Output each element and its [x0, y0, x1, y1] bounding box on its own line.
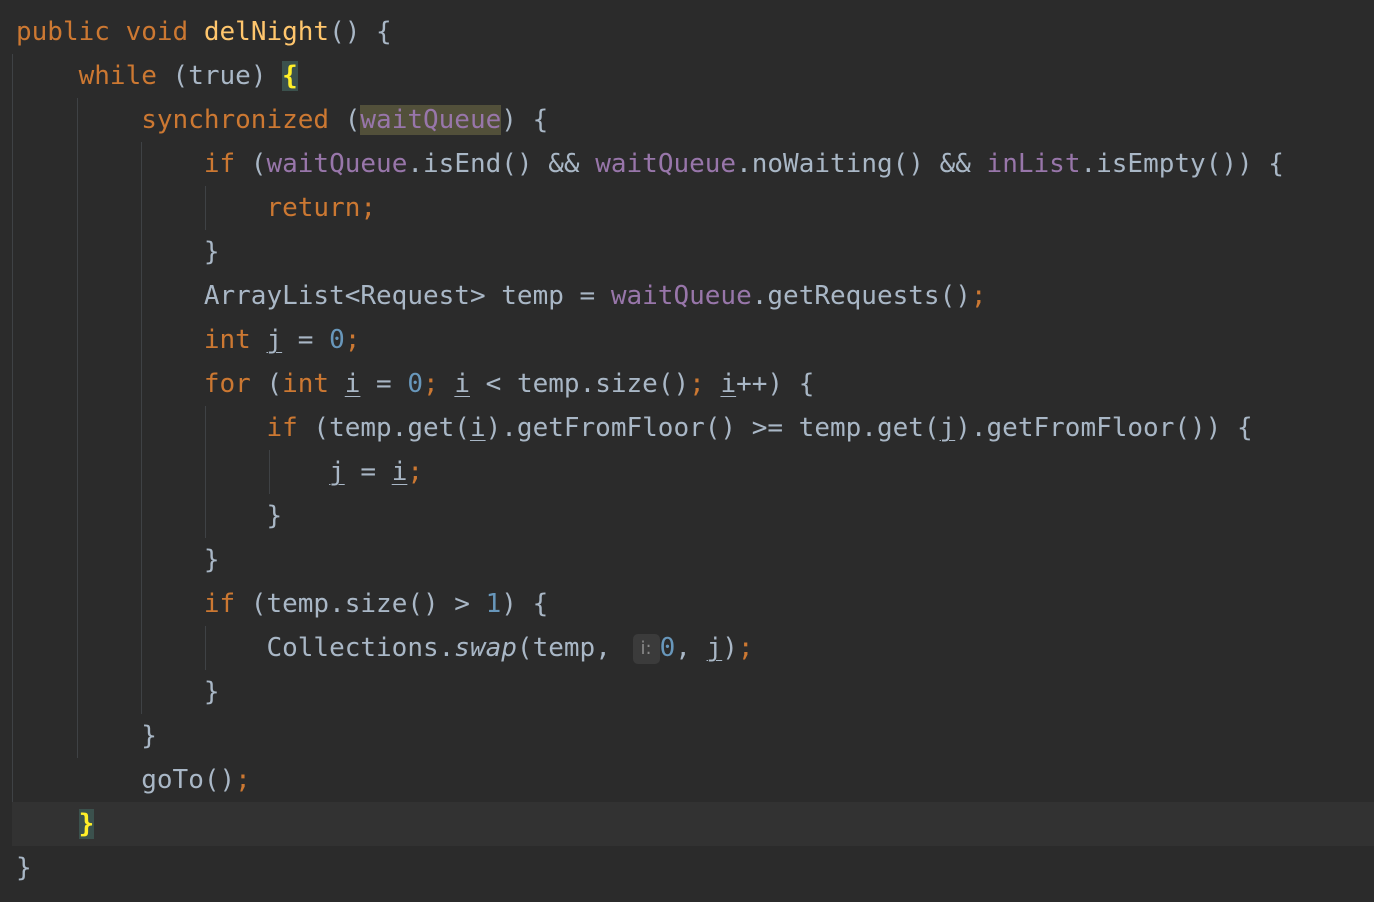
number-literal: 0 — [659, 633, 676, 663]
code-line[interactable]: return; — [16, 186, 376, 230]
code-text: (true) — [156, 61, 283, 91]
code-line[interactable]: } — [16, 494, 282, 538]
keyword: if — [266, 413, 298, 443]
keyword: return; — [266, 193, 377, 223]
code-line[interactable]: ArrayList<Request> temp = waitQueue.getR… — [16, 274, 987, 318]
code-text: } — [203, 237, 220, 267]
code-text: } — [266, 501, 283, 531]
code-text: = — [282, 325, 330, 355]
reassigned-variable: j — [266, 325, 283, 355]
code-text: ) — [722, 633, 738, 663]
code-text: (temp, — [516, 633, 611, 663]
reassigned-variable: j — [706, 633, 723, 663]
code-line[interactable]: Collections.swap(temp, i: 0, j); — [16, 626, 754, 670]
method-name: delNight — [203, 17, 330, 47]
code-text: ++) { — [736, 369, 815, 399]
code-line[interactable]: while (true) { — [16, 54, 298, 98]
semicolon: ; — [737, 633, 754, 663]
code-text: Collections. — [266, 633, 455, 663]
keyword: for — [203, 369, 251, 399]
semicolon: ; — [344, 325, 361, 355]
code-text: .noWaiting() && — [736, 149, 987, 179]
code-text: } — [203, 545, 220, 575]
code-text: } — [141, 721, 157, 751]
keyword: int — [282, 369, 330, 399]
number-literal: 1 — [485, 589, 502, 619]
matched-brace: { — [282, 61, 298, 91]
code-text: ).getFromFloor() >= temp.get( — [485, 413, 940, 443]
reassigned-variable: i — [391, 457, 408, 487]
code-text: goTo() — [141, 765, 236, 795]
keyword: synchronized — [141, 105, 330, 135]
semicolon: ; — [970, 281, 987, 311]
keyword: int — [203, 325, 251, 355]
semicolon: ; — [407, 457, 424, 487]
code-text: } — [203, 677, 220, 707]
reassigned-variable: i — [454, 369, 470, 399]
reassigned-variable: i — [344, 369, 361, 399]
code-text: ( — [235, 149, 267, 179]
reassigned-variable: i — [720, 369, 737, 399]
code-text: = — [344, 457, 392, 487]
code-text: } — [16, 853, 32, 883]
code-line[interactable]: int j = 0; — [16, 318, 361, 362]
code-line[interactable]: } — [16, 230, 220, 274]
code-text: .isEnd() && — [407, 149, 596, 179]
indent-guide — [12, 54, 13, 802]
semicolon: ; — [689, 369, 705, 399]
code-text: ArrayList<Request> temp = — [203, 281, 611, 311]
code-line[interactable]: } — [16, 670, 220, 714]
matched-brace: } — [78, 809, 95, 839]
code-text: (temp.get( — [297, 413, 470, 443]
current-line-highlight — [12, 802, 1374, 846]
code-text: ).getFromFloor()) { — [955, 413, 1253, 443]
keyword: while — [78, 61, 157, 91]
semicolon: ; — [423, 369, 439, 399]
field-ref: waitQueue — [595, 149, 737, 179]
code-line[interactable]: } — [16, 846, 32, 890]
code-text: < temp.size() — [470, 369, 690, 399]
code-text: , — [675, 633, 707, 663]
code-line[interactable]: } — [16, 538, 220, 582]
field-ref: waitQueue — [610, 281, 752, 311]
code-line[interactable]: if (temp.size() > 1) { — [16, 582, 548, 626]
code-line[interactable]: if (temp.get(i).getFromFloor() >= temp.g… — [16, 406, 1253, 450]
code-text: () { — [329, 17, 392, 47]
code-line-current[interactable]: } — [16, 802, 95, 846]
code-text: ( — [329, 105, 361, 135]
number-literal: 0 — [407, 369, 424, 399]
code-line[interactable]: for (int i = 0; i < temp.size(); i++) { — [16, 362, 815, 406]
code-line[interactable]: goTo(); — [16, 758, 251, 802]
code-text: .isEmpty()) { — [1080, 149, 1284, 179]
code-text: ( — [250, 369, 283, 399]
code-line[interactable]: if (waitQueue.isEnd() && waitQueue.noWai… — [16, 142, 1284, 186]
number-literal: 0 — [329, 325, 345, 355]
code-text: ) { — [501, 589, 549, 619]
field-ref: waitQueue — [266, 149, 408, 179]
parameter-hint: i: — [632, 634, 660, 664]
keyword: if — [203, 149, 236, 179]
semicolon: ; — [235, 765, 251, 795]
code-editor[interactable]: public void delNight() { while (true) { … — [0, 0, 1374, 902]
reassigned-variable: j — [939, 413, 956, 443]
code-line[interactable]: synchronized (waitQueue) { — [16, 98, 548, 142]
code-text: (temp.size() > — [235, 589, 486, 619]
keyword: if — [203, 589, 236, 619]
highlighted-identifier: waitQueue — [360, 105, 502, 135]
code-text: ) { — [501, 105, 549, 135]
keyword: public — [16, 17, 110, 47]
code-text: .getRequests() — [751, 281, 971, 311]
code-line[interactable]: j = i; — [16, 450, 423, 494]
reassigned-variable: i — [469, 413, 486, 443]
keyword: void — [125, 17, 189, 47]
static-method: swap — [454, 633, 517, 663]
code-text: = — [360, 369, 408, 399]
field-ref: inList — [986, 149, 1081, 179]
code-line[interactable]: public void delNight() { — [16, 10, 392, 54]
reassigned-variable: j — [329, 457, 345, 487]
code-line[interactable]: } — [16, 714, 157, 758]
